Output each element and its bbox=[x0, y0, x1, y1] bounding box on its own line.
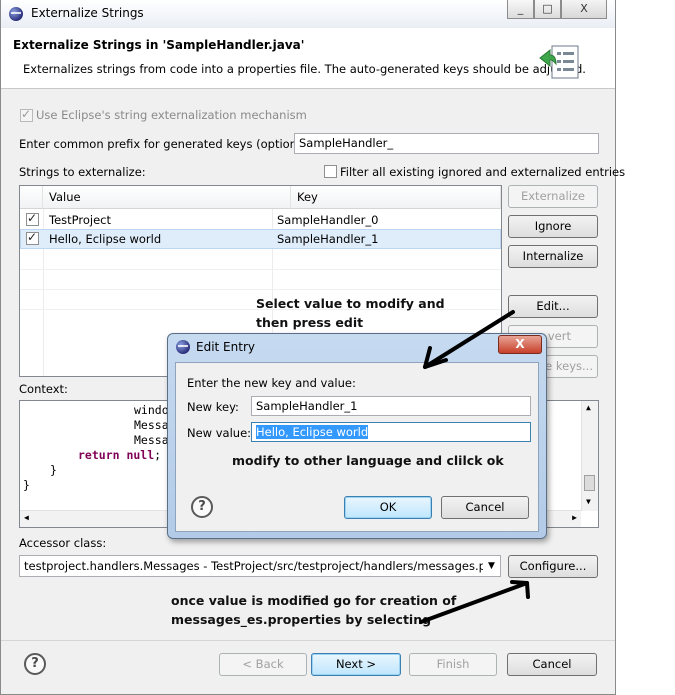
annotation-arrows bbox=[419, 310, 530, 624]
arrow-to-edit-dialog bbox=[423, 310, 515, 369]
arrow-to-configure bbox=[419, 581, 529, 624]
